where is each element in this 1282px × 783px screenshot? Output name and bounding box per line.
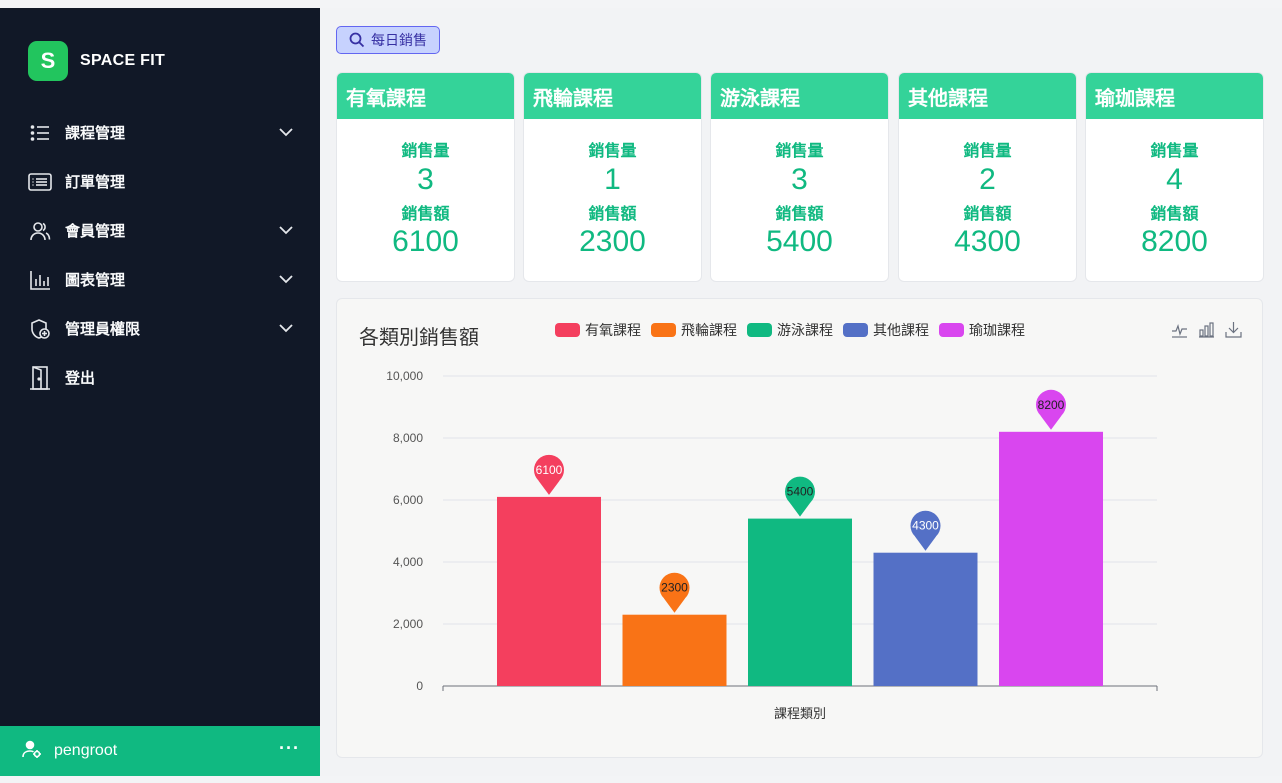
sales-qty-label: 銷售量	[588, 143, 637, 160]
chevron-down-icon[interactable]	[278, 271, 294, 287]
chart-panel: 各類別銷售額 有氧課程 飛輪課程 游泳課程 其他課程 瑜珈課程 0 2,000 4,000 6…	[336, 298, 1263, 758]
summary-card: 其他課程 銷售量 2 銷售額 4300	[898, 72, 1077, 282]
sidebar-item-order-management[interactable]: 訂單管理	[0, 157, 320, 206]
summary-card: 瑜珈課程 銷售量 4 銷售額 8200	[1085, 72, 1264, 282]
shield-plus-icon	[28, 317, 52, 341]
sales-qty-label: 銷售量	[401, 143, 450, 160]
sales-qty-value: 1	[604, 163, 621, 196]
daily-sales-label: 每日銷售	[371, 32, 427, 48]
sidebar-item-label: 管理員權限	[65, 321, 141, 338]
app-root: S SPACE FIT 課程管理 訂單管理 會員管理 圖表管理 管理員權限 登出…	[0, 0, 1282, 783]
y-tick-label: 10,000	[386, 369, 423, 383]
y-tick-label: 6,000	[393, 493, 423, 507]
sales-amount-label: 銷售額	[775, 206, 824, 223]
brand[interactable]: S SPACE FIT	[28, 41, 165, 81]
bar	[497, 496, 601, 686]
sales-amount-label: 銷售額	[401, 206, 450, 223]
sales-qty-value: 2	[979, 163, 996, 196]
sidebar-item-logout[interactable]: 登出	[0, 353, 320, 402]
sidebar: S SPACE FIT 課程管理 訂單管理 會員管理 圖表管理 管理員權限 登出…	[0, 8, 320, 776]
y-tick-label: 2,000	[393, 617, 423, 631]
users-icon	[28, 219, 52, 243]
main-content: 每日銷售 有氧課程 銷售量 3 銷售額 6100 飛輪課程 銷售量 1 銷售額 …	[320, 8, 1282, 776]
bar-chart: 0 2,000 4,000 6,000 8,000 10,000 課程類別 6100 2300 5…	[386, 369, 1158, 721]
sales-qty-label: 銷售量	[963, 143, 1012, 160]
sidebar-item-chart-management[interactable]: 圖表管理	[0, 255, 320, 304]
card-title: 飛輪課程	[524, 73, 701, 119]
sidebar-item-label: 會員管理	[65, 223, 126, 240]
x-axis-label: 課程類別	[774, 706, 826, 721]
sidebar-item-label: 登出	[65, 370, 96, 387]
summary-card: 有氧課程 銷售量 3 銷售額 6100	[336, 72, 515, 282]
sales-amount-label: 銷售額	[963, 206, 1012, 223]
sales-qty-value: 3	[417, 163, 434, 196]
chevron-down-icon[interactable]	[278, 222, 294, 238]
data-label: 2300	[661, 581, 688, 595]
more-options-icon[interactable]: ···	[279, 738, 300, 759]
user-gear-icon	[22, 739, 42, 764]
summary-cards: 有氧課程 銷售量 3 銷售額 6100 飛輪課程 銷售量 1 銷售額 2300	[336, 72, 1264, 282]
card-title: 瑜珈課程	[1086, 73, 1263, 119]
sales-amount-label: 銷售額	[588, 206, 637, 223]
sales-qty-value: 3	[791, 163, 808, 196]
door-icon	[28, 365, 52, 390]
bar	[622, 614, 727, 686]
chevron-down-icon[interactable]	[278, 320, 294, 336]
sales-qty-label: 銷售量	[775, 143, 824, 160]
sidebar-item-label: 圖表管理	[65, 272, 126, 289]
sales-amount-value: 5400	[766, 225, 833, 258]
user-bar[interactable]: pengroot ···	[0, 726, 320, 776]
daily-sales-button[interactable]: 每日銷售	[336, 26, 440, 54]
sidebar-item-course-management[interactable]: 課程管理	[0, 108, 320, 157]
chevron-down-icon[interactable]	[278, 124, 294, 140]
y-tick-label: 0	[416, 679, 423, 693]
sales-amount-value: 8200	[1141, 225, 1208, 258]
data-label: 8200	[1038, 398, 1065, 412]
brand-logo: S	[28, 41, 68, 81]
summary-card: 飛輪課程 銷售量 1 銷售額 2300	[523, 72, 702, 282]
data-label: 5400	[787, 485, 814, 499]
sales-amount-label: 銷售額	[1150, 206, 1199, 223]
y-tick-label: 4,000	[393, 555, 423, 569]
sales-qty-label: 銷售量	[1150, 143, 1199, 160]
bar	[873, 552, 978, 686]
bar	[748, 518, 852, 686]
bar-chart-icon	[28, 268, 52, 292]
summary-card: 游泳課程 銷售量 3 銷售額 5400	[710, 72, 889, 282]
search-icon	[349, 32, 365, 48]
sidebar-item-member-management[interactable]: 會員管理	[0, 206, 320, 255]
bar	[999, 431, 1103, 686]
list-icon	[28, 121, 52, 145]
card-title: 其他課程	[899, 73, 1076, 119]
sales-amount-value: 2300	[579, 225, 646, 258]
card-title: 游泳課程	[711, 73, 888, 119]
data-label: 6100	[536, 463, 563, 477]
sidebar-item-admin-permissions[interactable]: 管理員權限	[0, 304, 320, 353]
y-tick-label: 8,000	[393, 431, 423, 445]
sidebar-item-label: 訂單管理	[65, 174, 126, 191]
data-label: 4300	[912, 519, 939, 533]
sidebar-nav: 課程管理 訂單管理 會員管理 圖表管理 管理員權限 登出	[0, 108, 320, 402]
user-name: pengroot	[54, 742, 118, 759]
card-title: 有氧課程	[337, 73, 514, 119]
sales-amount-value: 4300	[954, 225, 1021, 258]
sales-amount-value: 6100	[392, 225, 459, 258]
receipt-list-icon	[28, 170, 52, 194]
brand-name: SPACE FIT	[80, 52, 166, 69]
sidebar-item-label: 課程管理	[65, 125, 126, 142]
sales-qty-value: 4	[1166, 163, 1183, 196]
